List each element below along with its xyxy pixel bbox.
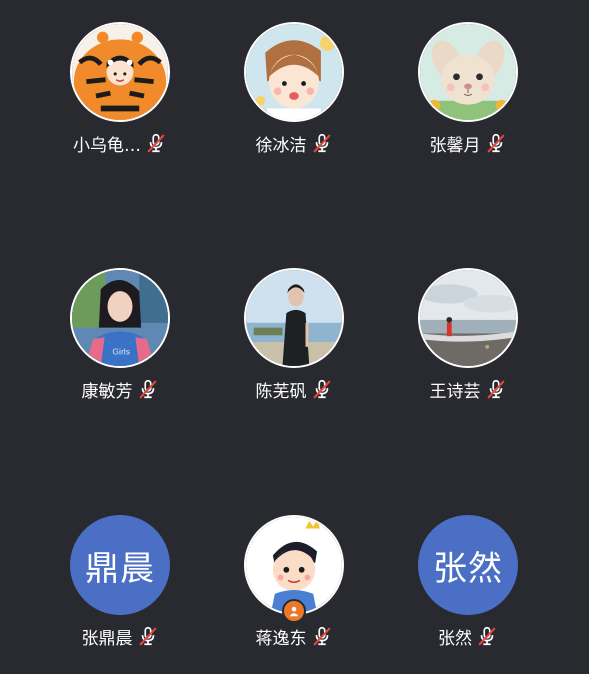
participant-name: 蒋逸东 bbox=[255, 628, 307, 649]
participant-name: 小乌龟… bbox=[73, 135, 141, 156]
participant-tile[interactable]: 张然 张然 bbox=[378, 515, 558, 665]
avatar-wrapper bbox=[244, 515, 344, 623]
participant-tile[interactable]: 徐冰洁 bbox=[204, 22, 384, 172]
text-avatar[interactable]: 张然 bbox=[418, 515, 518, 615]
participant-name: 徐冰洁 bbox=[255, 135, 307, 156]
tiger-avatar-image bbox=[72, 24, 168, 120]
participant-tile[interactable]: Girls 康敏芳 bbox=[30, 268, 210, 418]
mic-muted-icon bbox=[137, 378, 159, 400]
participant-tile[interactable]: 王诗芸 bbox=[378, 268, 558, 418]
girl-cartoon-avatar-image bbox=[246, 24, 342, 120]
name-row: 王诗芸 bbox=[429, 378, 507, 402]
svg-text:Girls: Girls bbox=[112, 346, 130, 356]
name-row: 康敏芳 bbox=[81, 378, 159, 402]
name-row: 张馨月 bbox=[429, 132, 507, 156]
mic-muted-icon bbox=[311, 132, 333, 154]
participant-name: 张然 bbox=[438, 628, 472, 649]
man-photo-avatar-image bbox=[246, 270, 342, 366]
participant-name: 陈芜矾 bbox=[255, 381, 307, 402]
participant-grid: 小乌龟… 徐冰洁 张馨月 Girls 康敏芳 陈芜矾 王诗芸 鼎晨 张鼎晨 蒋逸… bbox=[0, 0, 589, 674]
avatar[interactable] bbox=[244, 268, 344, 368]
participant-tile[interactable]: 鼎晨 张鼎晨 bbox=[30, 515, 210, 665]
participant-name: 王诗芸 bbox=[429, 381, 481, 402]
mic-muted-icon bbox=[485, 132, 507, 154]
participant-tile[interactable]: 小乌龟… bbox=[30, 22, 210, 172]
bunny-avatar-image bbox=[420, 24, 516, 120]
mic-muted-icon bbox=[476, 625, 498, 647]
name-row: 徐冰洁 bbox=[255, 132, 333, 156]
avatar[interactable]: Girls bbox=[70, 268, 170, 368]
name-row: 蒋逸东 bbox=[255, 625, 333, 649]
avatar[interactable] bbox=[70, 22, 170, 122]
participant-name: 张馨月 bbox=[429, 135, 481, 156]
participant-tile[interactable]: 陈芜矾 bbox=[204, 268, 384, 418]
avatar[interactable] bbox=[418, 22, 518, 122]
participant-tile[interactable]: 蒋逸东 bbox=[204, 515, 384, 665]
name-row: 张鼎晨 bbox=[81, 625, 159, 649]
girl-photo-avatar-image: Girls bbox=[72, 270, 168, 366]
participant-name: 张鼎晨 bbox=[81, 628, 133, 649]
participant-tile[interactable]: 张馨月 bbox=[378, 22, 558, 172]
mic-muted-icon bbox=[485, 378, 507, 400]
name-row: 张然 bbox=[438, 625, 498, 649]
avatar[interactable] bbox=[244, 22, 344, 122]
name-row: 陈芜矾 bbox=[255, 378, 333, 402]
host-badge-icon bbox=[282, 599, 306, 623]
avatar[interactable] bbox=[418, 268, 518, 368]
beach-photo-avatar-image bbox=[420, 270, 516, 366]
mic-muted-icon bbox=[145, 132, 167, 154]
name-row: 小乌龟… bbox=[73, 132, 167, 156]
mic-muted-icon bbox=[311, 625, 333, 647]
text-avatar[interactable]: 鼎晨 bbox=[70, 515, 170, 615]
mic-muted-icon bbox=[137, 625, 159, 647]
mic-muted-icon bbox=[311, 378, 333, 400]
participant-name: 康敏芳 bbox=[81, 381, 133, 402]
